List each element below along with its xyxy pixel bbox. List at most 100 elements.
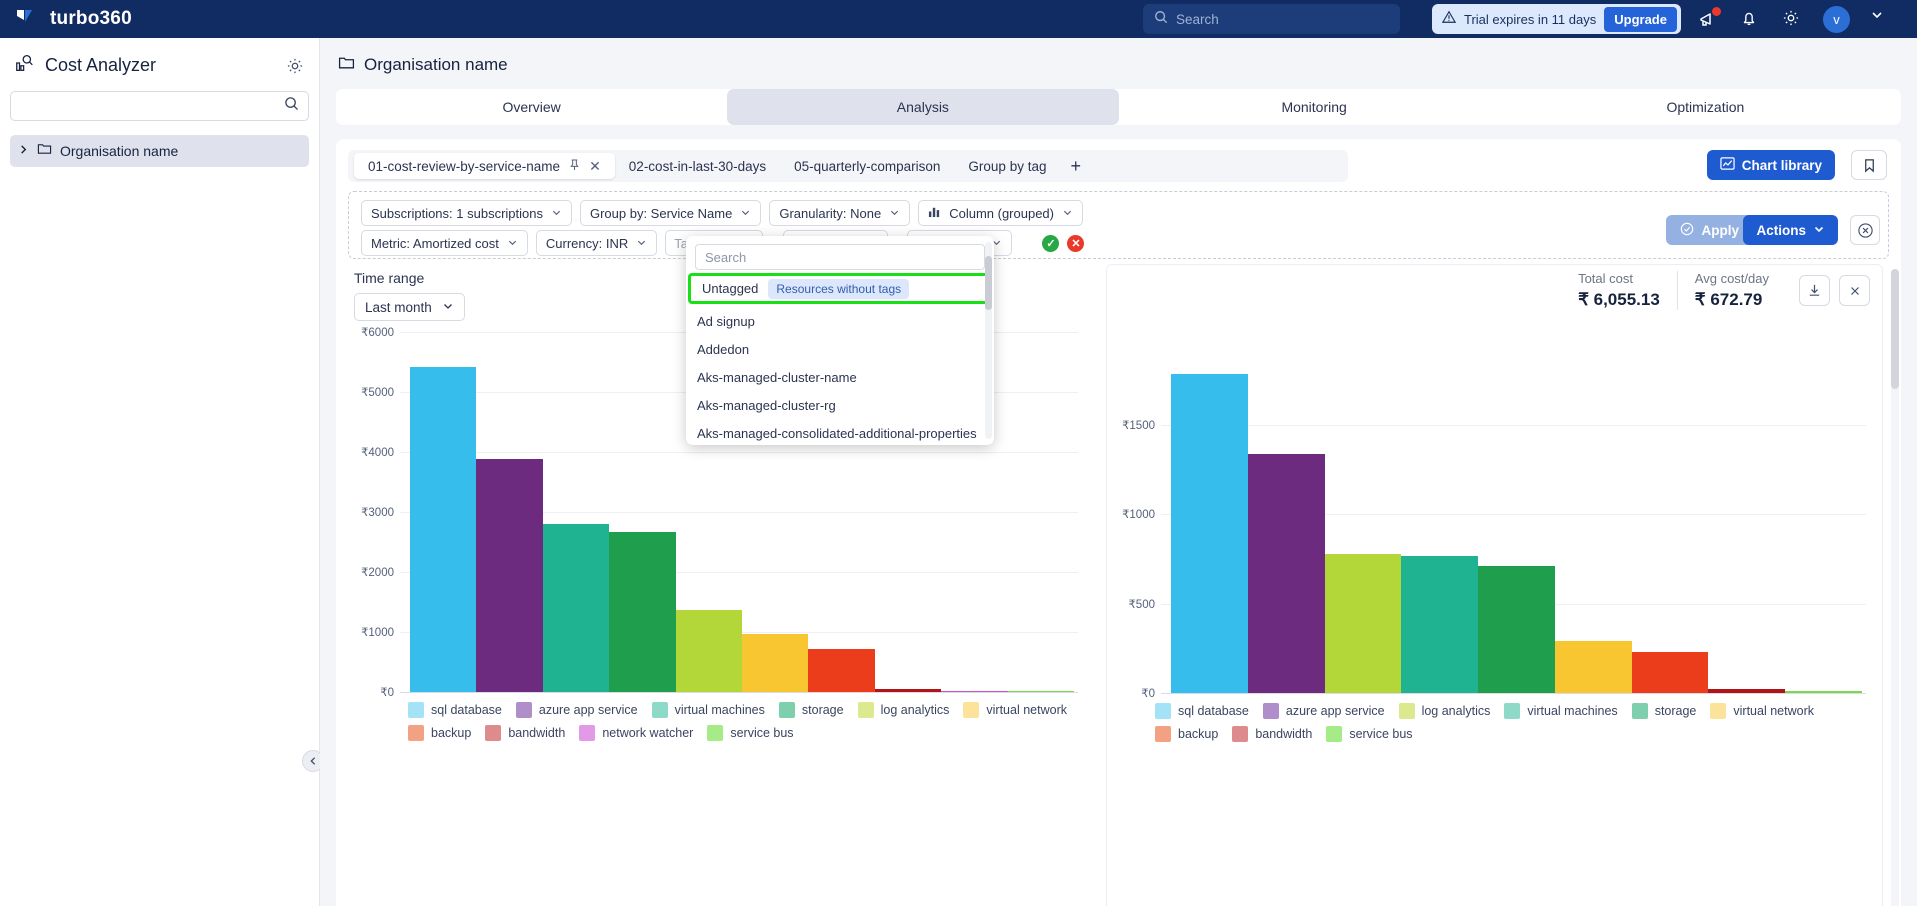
search-input[interactable] <box>1176 11 1389 27</box>
bar[interactable] <box>609 531 676 692</box>
bar[interactable] <box>476 459 543 692</box>
sidebar-search-input[interactable] <box>20 98 284 114</box>
bar[interactable] <box>808 648 875 692</box>
download-chart-button[interactable] <box>1799 275 1830 306</box>
chart-tab-close-icon[interactable]: ✕ <box>589 158 601 175</box>
tag-dropdown-option[interactable]: Aks-managed-cluster-rg <box>686 391 994 419</box>
tag-dropdown-option-label: Aks-managed-cluster-rg <box>697 397 836 413</box>
legend-item[interactable]: service bus <box>1326 726 1413 742</box>
sidebar-settings-icon[interactable] <box>285 56 305 76</box>
bell-icon[interactable] <box>1739 8 1761 30</box>
bar[interactable] <box>742 634 809 692</box>
avatar[interactable]: v <box>1823 5 1850 33</box>
legend-item[interactable]: storage <box>778 702 844 718</box>
bar[interactable] <box>941 690 1008 692</box>
legend-item[interactable]: bandwidth <box>1232 726 1312 742</box>
bar[interactable] <box>1171 374 1248 693</box>
sidebar-item-organisation-name[interactable]: Organisation name <box>10 135 309 167</box>
filter-group-by[interactable]: Group by: Service Name <box>579 200 762 226</box>
legend-swatch <box>1504 703 1521 719</box>
bookmark-button[interactable] <box>1851 150 1887 180</box>
legend-item[interactable]: network watcher <box>579 725 693 741</box>
legend-item[interactable]: virtual network <box>1710 703 1814 719</box>
legend-item[interactable]: azure app service <box>1262 703 1385 719</box>
legend-item[interactable]: sql database <box>408 702 502 718</box>
legend-item[interactable]: virtual machines <box>651 702 765 718</box>
bar[interactable] <box>874 688 942 692</box>
filter-chart-type[interactable]: Column (grouped) <box>918 200 1083 226</box>
legend-label: azure app service <box>538 703 638 717</box>
tab-analysis[interactable]: Analysis <box>727 89 1119 125</box>
legend-item[interactable]: storage <box>1631 703 1696 719</box>
bar[interactable] <box>542 524 610 692</box>
chart-tab-group-by-tag[interactable]: Group by tag <box>954 153 1060 179</box>
bar[interactable] <box>1554 641 1632 693</box>
panel-scrollbar[interactable] <box>1891 269 1899 906</box>
bar[interactable] <box>410 366 477 692</box>
tag-dropdown-option-label: Aks-managed-cluster-name <box>697 369 857 385</box>
top-nav-icons: v <box>1697 0 1884 38</box>
y-axis-labels: ₹0 ₹500 ₹1000 ₹1500 <box>1115 335 1159 701</box>
tag-dropdown-option[interactable]: Addedon <box>686 335 994 363</box>
brand-logo[interactable]: turbo360 <box>0 6 132 32</box>
close-chart-button[interactable] <box>1839 275 1870 306</box>
warning-icon <box>1441 10 1457 29</box>
chart-tab-01-cost-review-by-service-name[interactable]: 01-cost-review-by-service-name ✕ <box>354 153 615 179</box>
clear-filters-button[interactable] <box>1850 215 1880 245</box>
filter-granularity[interactable]: Granularity: None <box>769 200 911 226</box>
upgrade-button[interactable]: Upgrade <box>1604 6 1677 32</box>
add-chart-tab-button[interactable]: + <box>1060 156 1091 177</box>
chart-library-button[interactable]: Chart library <box>1706 150 1835 180</box>
tab-monitoring[interactable]: Monitoring <box>1119 89 1510 125</box>
bar[interactable] <box>1324 554 1402 693</box>
global-search[interactable] <box>1143 4 1400 34</box>
gear-icon[interactable] <box>1781 8 1803 30</box>
tag-dropdown-option[interactable]: Untagged Resources without tags <box>688 273 992 304</box>
chart-tab-02-cost-in-last-30-days[interactable]: 02-cost-in-last-30-days <box>615 153 780 179</box>
bar[interactable] <box>1785 690 1863 693</box>
bar[interactable] <box>1631 651 1709 693</box>
chevron-right-icon[interactable] <box>18 142 29 160</box>
legend-item[interactable]: log analytics <box>857 702 949 718</box>
legend-item[interactable]: log analytics <box>1398 703 1490 719</box>
tag-dropdown-option[interactable]: Aks-managed-cluster-name <box>686 363 994 391</box>
chevron-down-icon[interactable] <box>1870 8 1884 30</box>
tab-overview[interactable]: Overview <box>336 89 727 125</box>
legend-item[interactable]: sql database <box>1155 703 1249 719</box>
pin-icon[interactable] <box>569 158 580 174</box>
tag-dropdown-option[interactable]: Ad signup <box>686 307 994 335</box>
tag-dropdown-scrollbar[interactable] <box>985 242 992 439</box>
panel-scrollbar-thumb[interactable] <box>1891 269 1899 389</box>
bar[interactable] <box>1247 454 1325 693</box>
chevron-down-icon <box>636 236 647 251</box>
bar[interactable] <box>1401 556 1479 693</box>
filter-subscriptions[interactable]: Subscriptions: 1 subscriptions <box>361 200 572 226</box>
bar[interactable] <box>1478 565 1555 693</box>
cancel-tag-filter-icon[interactable]: ✕ <box>1067 234 1085 252</box>
legend-item[interactable]: virtual machines <box>1504 703 1618 719</box>
confirm-tag-filter-icon[interactable]: ✓ <box>1042 234 1060 252</box>
actions-button[interactable]: Actions <box>1743 215 1838 245</box>
tag-dropdown-option[interactable]: Aks-managed-consolidated-additional-prop… <box>686 419 994 445</box>
legend-item[interactable]: service bus <box>707 725 794 741</box>
legend-item[interactable]: azure app service <box>515 702 638 718</box>
bar[interactable] <box>1708 689 1786 693</box>
filter-currency[interactable]: Currency: INR <box>535 230 658 256</box>
chart-tab-05-quarterly-comparison[interactable]: 05-quarterly-comparison <box>780 153 954 179</box>
legend-item[interactable]: bandwidth <box>485 725 565 741</box>
tag-dropdown-scrollbar-thumb[interactable] <box>985 256 992 310</box>
legend-item[interactable]: backup <box>408 725 471 741</box>
legend-item[interactable]: backup <box>1155 726 1218 742</box>
time-range-select[interactable]: Last month <box>354 293 465 321</box>
filter-metric[interactable]: Metric: Amortized cost <box>361 230 528 256</box>
sidebar-search[interactable] <box>10 91 309 121</box>
legend-item[interactable]: virtual network <box>963 702 1067 718</box>
tag-dropdown-search-input[interactable] <box>695 244 985 270</box>
bar[interactable] <box>1007 691 1075 692</box>
announcements-icon[interactable] <box>1697 7 1721 30</box>
legend-label: storage <box>801 703 844 717</box>
turbo360-logo-icon <box>14 6 40 32</box>
bar[interactable] <box>675 610 743 692</box>
tab-optimization[interactable]: Optimization <box>1510 89 1901 125</box>
apply-button[interactable]: Apply <box>1666 215 1753 245</box>
